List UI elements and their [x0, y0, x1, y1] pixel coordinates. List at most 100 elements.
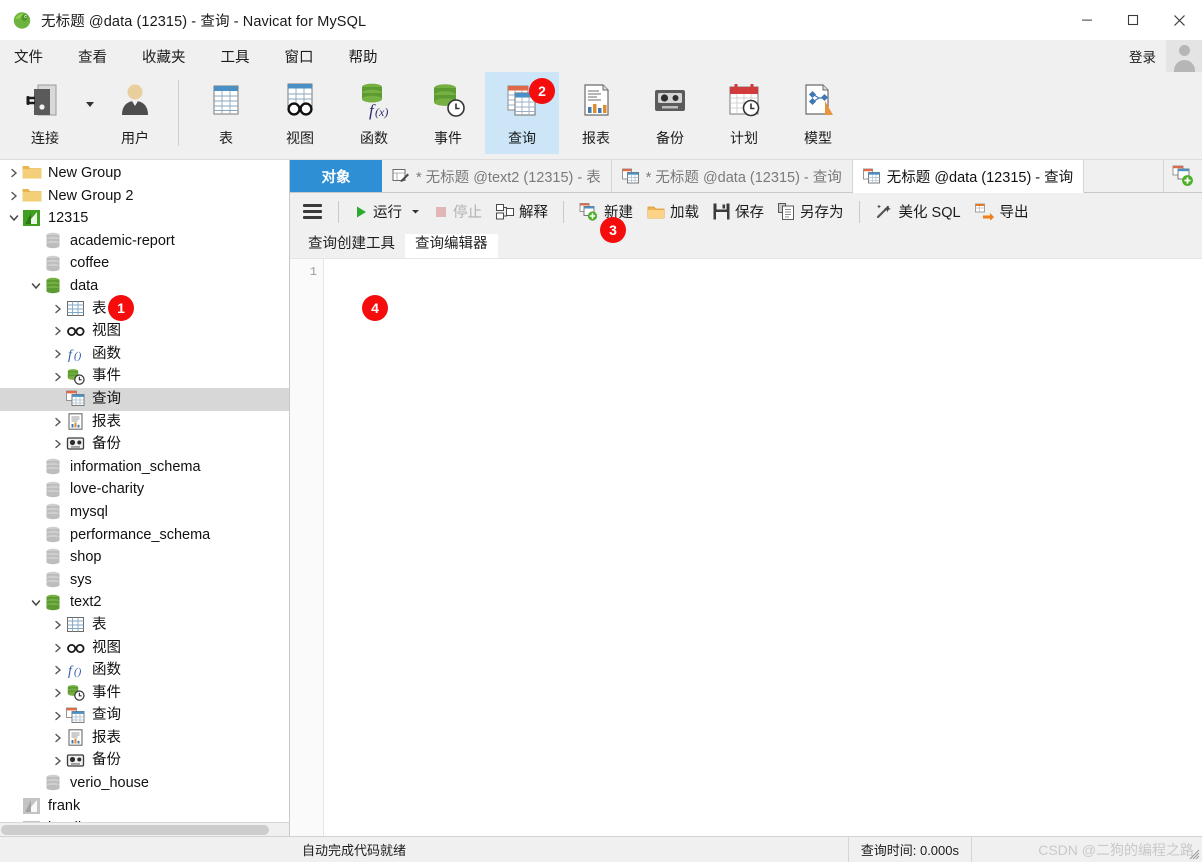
menu-help[interactable]: 帮助: [349, 43, 391, 70]
toolbar-report[interactable]: 报表: [559, 72, 633, 154]
chevron-right-icon[interactable]: [6, 162, 22, 184]
export-button[interactable]: 导出: [968, 197, 1036, 227]
menu-favorites[interactable]: 收藏夹: [142, 43, 199, 70]
toolbar-user[interactable]: 用户: [98, 72, 172, 154]
chevron-right-icon[interactable]: [50, 411, 66, 433]
tree-node[interactable]: 报表: [0, 411, 289, 434]
new-button[interactable]: 新建 3: [572, 197, 640, 243]
toolbar-schedule[interactable]: 计划: [707, 72, 781, 154]
chevron-right-icon[interactable]: [50, 433, 66, 455]
chevron-right-icon[interactable]: [50, 366, 66, 388]
tree-node[interactable]: 查询: [0, 704, 289, 727]
tree-node[interactable]: sys: [0, 569, 289, 592]
tree-node[interactable]: performance_schema: [0, 524, 289, 547]
menu-view[interactable]: 查看: [78, 43, 120, 70]
tree-node[interactable]: frank: [0, 795, 289, 818]
new-query-button[interactable]: [1164, 160, 1202, 192]
chevron-right-icon[interactable]: [50, 727, 66, 749]
subtab-query-editor[interactable]: 查询编辑器: [405, 234, 498, 258]
chevron-down-icon[interactable]: [28, 592, 44, 614]
close-button[interactable]: [1156, 0, 1202, 40]
avatar[interactable]: [1166, 40, 1202, 72]
tree-node[interactable]: 视图: [0, 636, 289, 659]
tree-node[interactable]: 备份: [0, 433, 289, 456]
function-icon: f(): [66, 345, 86, 363]
toolbar-view[interactable]: 视图: [263, 72, 337, 154]
toolbar-query[interactable]: 2 查询: [485, 72, 559, 154]
tree-node[interactable]: 表1: [0, 294, 289, 321]
toolbar-function[interactable]: f (x) 函数: [337, 72, 411, 154]
maximize-button[interactable]: [1110, 0, 1156, 40]
query-icon: [621, 168, 640, 184]
chevron-right-icon[interactable]: [50, 659, 66, 681]
chevron-down-icon[interactable]: [28, 275, 44, 297]
tree-node[interactable]: New Group: [0, 162, 289, 185]
tree-node[interactable]: mysql: [0, 501, 289, 524]
chevron-right-icon[interactable]: [50, 298, 66, 320]
tree-node[interactable]: f() 函数: [0, 659, 289, 682]
tree-node[interactable]: information_schema: [0, 456, 289, 479]
object-tree[interactable]: New Group New Group 2 12315 academic-report…: [0, 160, 289, 822]
chevron-right-icon[interactable]: [50, 320, 66, 342]
scrollbar-thumb[interactable]: [1, 825, 269, 835]
chevron-down-icon[interactable]: [411, 207, 420, 216]
chevron-down-icon[interactable]: [6, 207, 22, 229]
toolbar-model[interactable]: 模型: [781, 72, 855, 154]
tree-node[interactable]: data: [0, 275, 289, 298]
tree-node[interactable]: 事件: [0, 365, 289, 388]
chevron-right-icon[interactable]: [6, 185, 22, 207]
explain-button[interactable]: 解释: [489, 197, 555, 227]
menu-tools[interactable]: 工具: [221, 43, 263, 70]
save-as-button[interactable]: 另存为: [771, 197, 851, 227]
tree-node[interactable]: 备份: [0, 749, 289, 772]
tree-node[interactable]: coffee: [0, 252, 289, 275]
menu-window[interactable]: 窗口: [285, 43, 327, 70]
save-button[interactable]: 保存: [706, 197, 771, 227]
sql-editor[interactable]: 1 4: [290, 258, 1202, 836]
tree-node[interactable]: verio_house: [0, 772, 289, 795]
tree-node-label: 12315: [48, 210, 89, 227]
tree-node[interactable]: shop: [0, 546, 289, 569]
tab-data-query-modified[interactable]: * 无标题 @data (12315) - 查询: [611, 160, 853, 192]
chevron-right-icon[interactable]: [50, 750, 66, 772]
sidebar-horizontal-scrollbar[interactable]: [0, 822, 289, 836]
tree-node[interactable]: 表: [0, 614, 289, 637]
tree-node[interactable]: love-charity: [0, 478, 289, 501]
toolbar-table[interactable]: 表: [189, 72, 263, 154]
chevron-right-icon[interactable]: [50, 682, 66, 704]
tree-node[interactable]: 12315: [0, 207, 289, 230]
tree-node[interactable]: text2: [0, 591, 289, 614]
tab-data-query-active[interactable]: 无标题 @data (12315) - 查询: [852, 160, 1085, 193]
chevron-right-icon[interactable]: [50, 614, 66, 636]
login-button[interactable]: 登录: [1129, 46, 1166, 66]
tree-node-label: 视图: [92, 323, 121, 340]
tree-node[interactable]: New Group 2: [0, 185, 289, 208]
chevron-right-icon[interactable]: [50, 343, 66, 365]
chevron-right-icon[interactable]: [50, 637, 66, 659]
svg-text:(): (): [74, 666, 82, 678]
menu-file[interactable]: 文件: [14, 43, 56, 70]
chevron-right-icon[interactable]: [50, 705, 66, 727]
run-button[interactable]: 运行: [347, 197, 427, 227]
hamburger-icon[interactable]: [298, 197, 326, 227]
toolbar-backup[interactable]: 备份: [633, 72, 707, 154]
stop-button[interactable]: 停止: [427, 197, 489, 227]
view-icon: [66, 322, 86, 340]
toolbar-connection[interactable]: 连接: [8, 72, 82, 154]
tab-text2-table[interactable]: * 无标题 @text2 (12315) - 表: [382, 160, 612, 192]
load-button[interactable]: 加载: [640, 197, 706, 227]
sql-code-area[interactable]: 4: [324, 259, 1202, 836]
tree-node[interactable]: academic-report: [0, 230, 289, 253]
tree-node[interactable]: 视图: [0, 320, 289, 343]
tree-node[interactable]: f() 函数: [0, 343, 289, 366]
beautify-sql-button[interactable]: 美化 SQL: [868, 197, 968, 227]
tree-node[interactable]: 报表: [0, 727, 289, 750]
tab-objects[interactable]: 对象: [290, 160, 382, 192]
toolbar-event[interactable]: 事件: [411, 72, 485, 154]
subtab-query-builder[interactable]: 查询创建工具: [298, 234, 405, 258]
minimize-button[interactable]: [1064, 0, 1110, 40]
connection-dropdown-button[interactable]: [82, 72, 98, 154]
resize-grip-icon[interactable]: [1188, 848, 1200, 860]
tree-node[interactable]: 事件: [0, 682, 289, 705]
tree-node[interactable]: 查询: [0, 387, 289, 411]
